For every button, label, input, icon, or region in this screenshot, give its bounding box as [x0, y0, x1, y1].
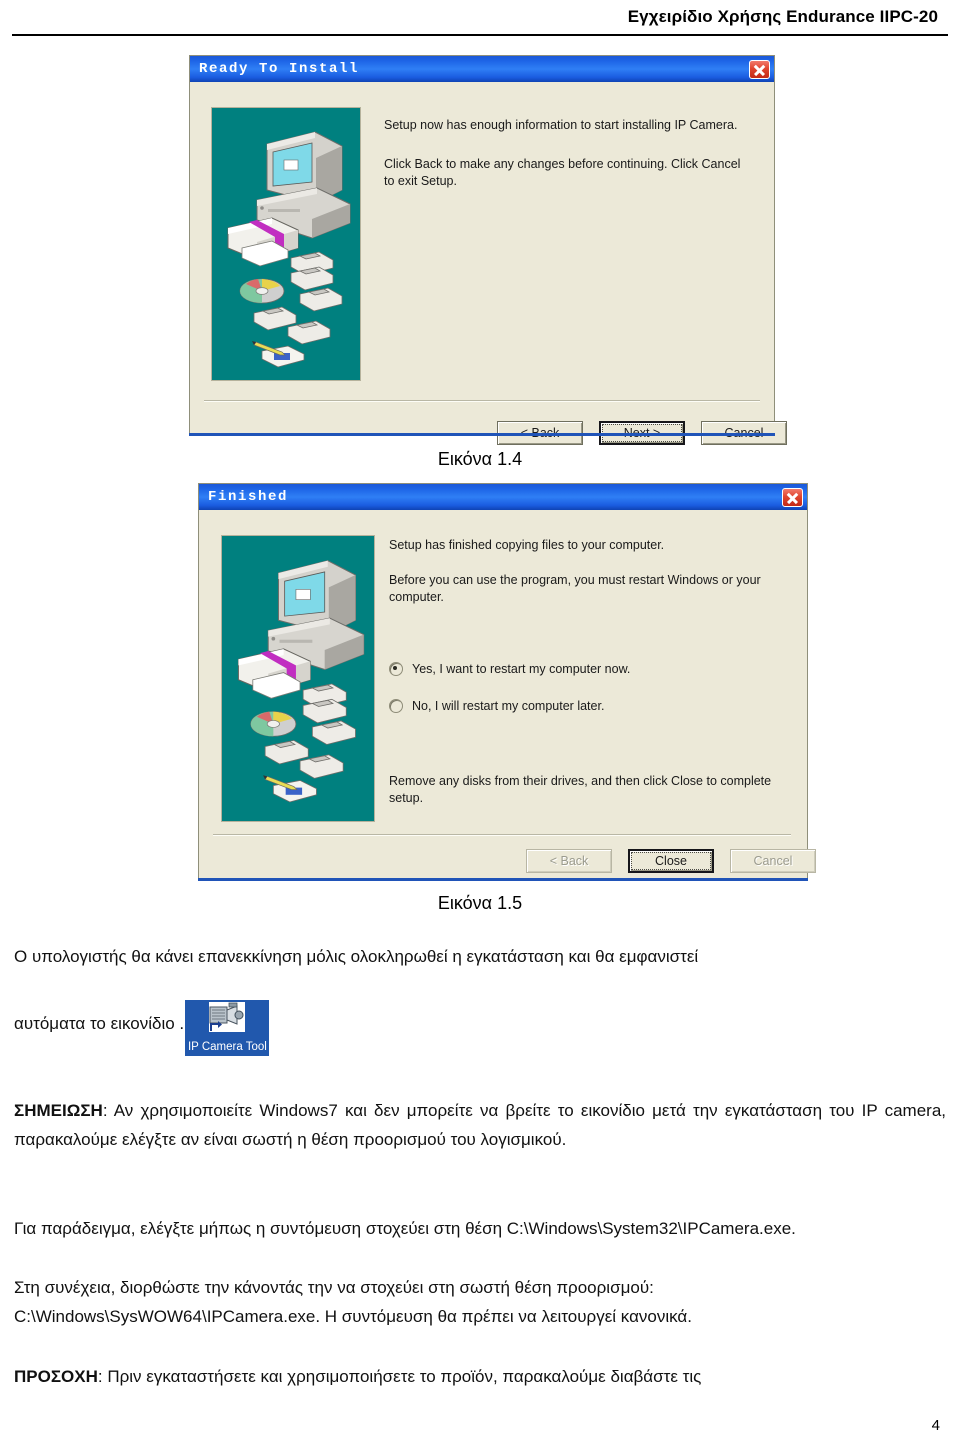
- warning-label: ΠΡΟΣΟΧΗ: [14, 1367, 98, 1386]
- dialog-separator: [204, 400, 760, 402]
- finished-button-row: < Back Close Cancel: [526, 849, 816, 873]
- restart-now-radio[interactable]: Yes, I want to restart my computer now.: [389, 662, 630, 676]
- restart-later-radio[interactable]: No, I will restart my computer later.: [389, 699, 604, 713]
- paragraph-note: ΣΗΜΕΙΩΣΗ: Αν χρησιμοποιείτε Windows7 και…: [14, 1096, 946, 1154]
- dialog-titlebar: Ready To Install: [190, 56, 774, 82]
- close-icon[interactable]: [782, 487, 803, 507]
- ready-to-install-dialog: Ready To Install Setup now has enough in…: [189, 55, 787, 445]
- cancel-button-label: Cancel: [753, 854, 793, 868]
- cancel-button: Cancel: [730, 849, 816, 873]
- finished-dialog-accent-bar: [198, 878, 808, 881]
- dialog-titlebar: Finished: [199, 484, 807, 510]
- desktop-icon-label: IP Camera Tool: [187, 1041, 267, 1053]
- figure-caption-1-4: Εικόνα 1.4: [437, 449, 523, 469]
- computer-media-illustration-icon: [237, 560, 365, 803]
- figure-caption-1-5: Εικόνα 1.5: [437, 893, 523, 913]
- ip-camera-glyph: [209, 1002, 244, 1031]
- note-label: ΣΗΜΕΙΩΣΗ: [14, 1101, 103, 1120]
- page-header: Εγχειρίδιο Χρήσης Endurance IIPC-20: [0, 6, 960, 28]
- paragraph-warning: ΠΡΟΣΟΧΗ: Πριν εγκαταστήσετε και χρησιμοπ…: [14, 1362, 946, 1391]
- restart-later-label: No, I will restart my computer later.: [412, 699, 605, 713]
- icon-line-suffix: .: [179, 1014, 185, 1033]
- paragraph-icon-line: αυτόματα το εικονίδιο IP Camera Tool .: [14, 1000, 946, 1056]
- finished-dialog: Finished Setup has finished copying file…: [198, 483, 816, 880]
- close-icon[interactable]: [749, 59, 770, 79]
- ready-body-line2: Click Back to make any changes before co…: [384, 157, 741, 188]
- computer-media-illustration-icon: [227, 131, 351, 368]
- paragraph-restart-info: Ο υπολογιστής θα κάνει επανεκκίνηση μόλι…: [14, 947, 699, 966]
- ready-body-line1: Setup now has enough information to star…: [384, 118, 738, 132]
- back-button: < Back: [526, 849, 612, 873]
- dialog-body: Setup now has enough information to star…: [190, 82, 787, 445]
- close-button[interactable]: Close: [628, 849, 714, 873]
- warning-text: : Πριν εγκαταστήσετε και χρησιμοποιήσετε…: [97, 1367, 702, 1386]
- icon-line-prefix: αυτόματα το εικονίδιο: [14, 1014, 175, 1033]
- ip-camera-tool-desktop-icon[interactable]: IP Camera Tool: [185, 1000, 270, 1056]
- radio-indicator-unselected[interactable]: [389, 699, 403, 713]
- camera-icon: [209, 1002, 246, 1032]
- radio-indicator-selected[interactable]: [389, 662, 403, 676]
- header-divider: [12, 34, 948, 36]
- setup-illustration: [211, 107, 361, 381]
- setup-illustration: [221, 535, 375, 822]
- focus-ring: [631, 852, 711, 870]
- finished-footer-text: Remove any disks from their drives, and …: [389, 774, 772, 805]
- restart-now-label: Yes, I want to restart my computer now.: [412, 662, 631, 676]
- manual-title: Εγχειρίδιο Χρήσης Endurance IIPC-20: [627, 7, 938, 26]
- finished-body-line1: Setup has finished copying files to your…: [389, 538, 665, 552]
- dialog-body: Setup has finished copying files to your…: [199, 510, 816, 879]
- note-text: : Αν χρησιμοποιείτε Windows7 και δεν μπο…: [14, 1101, 946, 1149]
- dialog-separator: [213, 834, 791, 836]
- finished-body-line2: Before you can use the program, you must…: [389, 573, 761, 604]
- ready-dialog-accent-bar: [189, 433, 775, 436]
- paragraph-example-path: Για παράδειγμα, ελέγξτε μήπως η συντόμευ…: [14, 1219, 796, 1238]
- back-button-label: < Back: [549, 854, 589, 868]
- page-number: 4: [931, 1417, 940, 1434]
- dialog-title: Ready To Install: [199, 61, 360, 77]
- paragraph-fix-path: Στη συνέχεια, διορθώστε την κάνοντάς την…: [14, 1278, 692, 1326]
- dialog-title: Finished: [208, 489, 289, 505]
